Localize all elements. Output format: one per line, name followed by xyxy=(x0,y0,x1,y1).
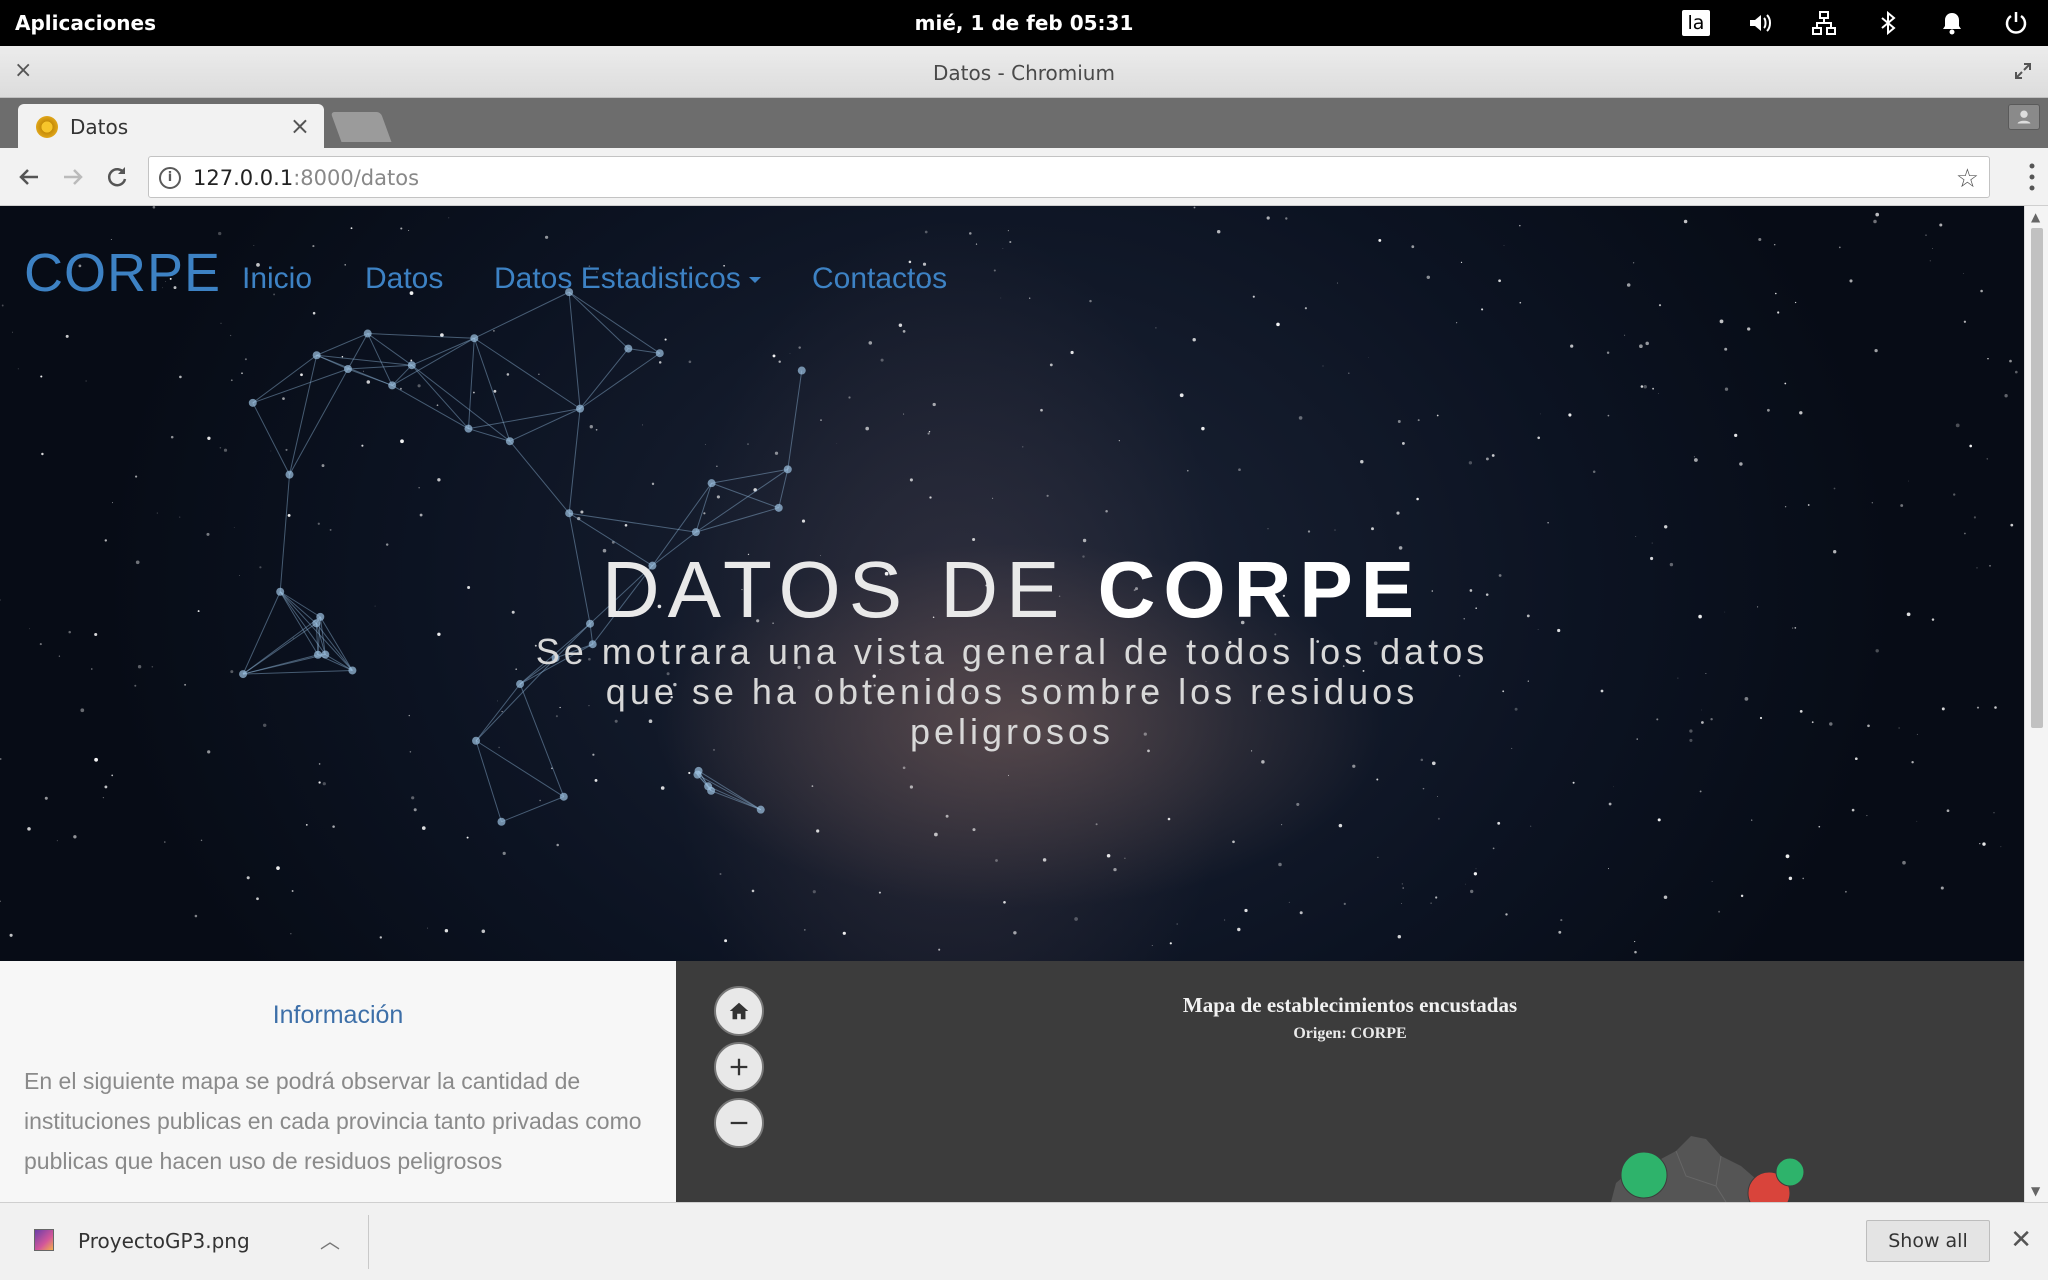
nav-inicio[interactable]: Inicio xyxy=(242,262,312,296)
shelf-divider xyxy=(368,1215,369,1269)
power-icon[interactable] xyxy=(1984,0,2048,46)
url-text[interactable]: 127.0.0.1:8000/datos xyxy=(193,166,419,190)
nav-datos-estadisticos-label: Datos Estadisticos xyxy=(494,262,741,295)
system-tray: la xyxy=(1664,0,2048,46)
map-zoom-in-button[interactable] xyxy=(714,1042,764,1092)
scroll-up-arrow-icon[interactable]: ▲ xyxy=(2031,210,2040,224)
hero-title-light: DATOS DE xyxy=(601,545,1098,634)
url-path: :8000/datos xyxy=(293,166,420,190)
network-icon[interactable] xyxy=(1792,0,1856,46)
map-zoom-out-button[interactable] xyxy=(714,1098,764,1148)
info-title: Información xyxy=(272,1001,404,1029)
window-restore-icon[interactable] xyxy=(2012,60,2034,82)
brand-logo[interactable]: CORPE xyxy=(24,242,221,304)
plus-icon xyxy=(730,1058,748,1076)
info-panel: Información En el siguiente mapa se podr… xyxy=(0,961,676,1202)
bookmark-star-icon[interactable]: ☆ xyxy=(1956,164,1979,194)
back-icon[interactable] xyxy=(12,160,46,194)
map-title: Mapa de establecimientos encustadas xyxy=(1182,993,1518,1017)
keyboard-layout-indicator[interactable]: la xyxy=(1664,0,1728,46)
address-bar[interactable]: i 127.0.0.1:8000/datos ☆ xyxy=(148,156,1990,198)
site-info-icon[interactable]: i xyxy=(159,167,181,189)
info-text: En el siguiente mapa se podrá observar l… xyxy=(24,1068,642,1174)
hero-subtitle: Se motrara una vista general de todos lo… xyxy=(535,631,1489,752)
volume-icon[interactable] xyxy=(1728,0,1792,46)
nav-contactos[interactable]: Contactos xyxy=(812,262,947,296)
minus-icon xyxy=(730,1121,748,1125)
download-shelf: ProyectoGP3.png ︿ Show all ✕ xyxy=(0,1202,2048,1280)
dropdown-caret-icon xyxy=(748,277,761,284)
map-marker-green-large xyxy=(1620,1151,1668,1199)
map-subtitle: Origen: CORPE xyxy=(1293,1025,1407,1042)
browser-toolbar: i 127.0.0.1:8000/datos ☆ xyxy=(0,148,2048,206)
url-host: 127.0.0.1 xyxy=(193,166,294,190)
tab-datos[interactable]: Datos × xyxy=(18,104,324,148)
new-tab-button[interactable] xyxy=(330,112,392,142)
notifications-icon[interactable] xyxy=(1920,0,1984,46)
download-file-name[interactable]: ProyectoGP3.png xyxy=(78,1229,250,1253)
nav-datos-estadisticos[interactable]: Datos Estadisticos xyxy=(494,262,761,296)
window-title-bar: × Datos - Chromium xyxy=(0,46,2048,98)
system-top-bar: Aplicaciones mié, 1 de feb 05:31 la xyxy=(0,0,2048,46)
reload-icon[interactable] xyxy=(100,160,134,194)
download-options-chevron-icon[interactable]: ︿ xyxy=(320,1225,340,1254)
map-marker-green-small xyxy=(1775,1157,1805,1187)
scroll-down-arrow-icon[interactable]: ▼ xyxy=(2031,1184,2040,1198)
page-scrollbar[interactable]: ▲ ▼ xyxy=(2024,206,2048,1202)
shelf-close-button[interactable]: ✕ xyxy=(2010,1225,2032,1255)
browser-menu-icon[interactable] xyxy=(2028,162,2036,192)
nav-datos[interactable]: Datos xyxy=(365,262,443,296)
show-all-button[interactable]: Show all xyxy=(1866,1220,1990,1262)
hero-title-bold: CORPE xyxy=(1097,545,1423,634)
window-title: Datos - Chromium xyxy=(933,61,1115,85)
tab-close-button[interactable]: × xyxy=(290,112,310,140)
profile-icon[interactable] xyxy=(2008,104,2040,130)
scrollbar-thumb[interactable] xyxy=(2031,228,2043,728)
page-viewport: CORPE Inicio Datos Datos Estadisticos Co… xyxy=(0,206,2024,1202)
hero-title: DATOS DE CORPE xyxy=(0,544,2024,636)
bluetooth-icon[interactable] xyxy=(1856,0,1920,46)
keyboard-layout-label: la xyxy=(1681,10,1711,36)
image-file-icon xyxy=(34,1229,54,1251)
tab-strip: Datos × xyxy=(0,98,2048,148)
tab-title: Datos xyxy=(70,115,129,139)
site-favicon-icon xyxy=(36,116,58,138)
map-panel[interactable]: Mapa de establecimientos encustadas Orig… xyxy=(676,961,2024,1202)
forward-icon[interactable] xyxy=(56,160,90,194)
hero-section: CORPE Inicio Datos Datos Estadisticos Co… xyxy=(0,206,2024,961)
